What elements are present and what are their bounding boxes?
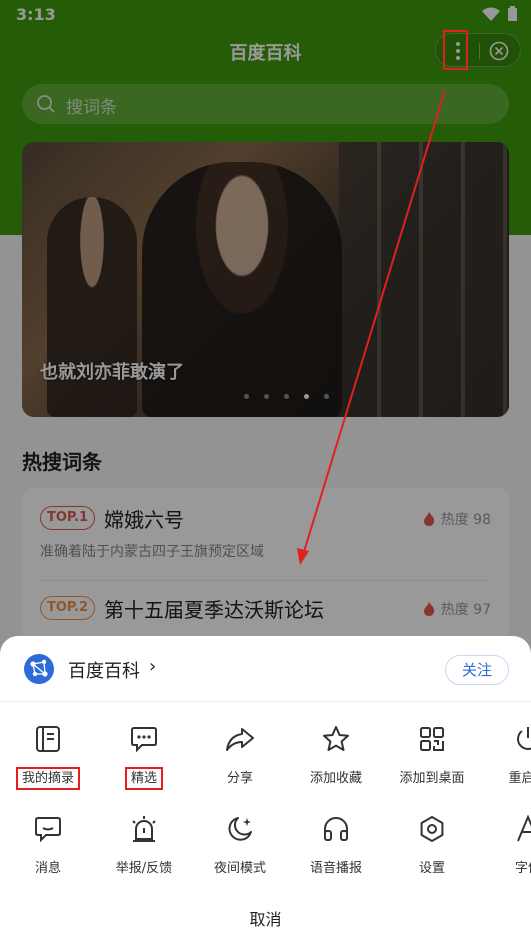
qr-grid-icon bbox=[417, 724, 447, 754]
action-label: 分享 bbox=[226, 771, 253, 786]
action-label: 添加收藏 bbox=[309, 771, 362, 786]
action-voice-broadcast[interactable]: 语音播报 bbox=[288, 792, 384, 878]
power-icon bbox=[513, 724, 531, 754]
share-arrow-icon bbox=[225, 724, 255, 754]
font-icon bbox=[513, 814, 531, 844]
action-label: 添加到桌面 bbox=[399, 771, 465, 786]
headphones-icon bbox=[321, 814, 351, 844]
chat-bubble-icon bbox=[129, 724, 159, 754]
chevron-right-icon[interactable]: › bbox=[149, 656, 156, 677]
settings-icon bbox=[417, 814, 447, 844]
action-label: 语音播报 bbox=[309, 861, 362, 876]
action-add-favorite[interactable]: 添加收藏 bbox=[288, 702, 384, 788]
baike-logo-icon bbox=[30, 659, 48, 677]
follow-button[interactable]: 关注 bbox=[445, 655, 509, 685]
action-sheet: 百度百科 › 关注 我的摘录 精选 分享 添加收藏 添加到桌面 重启 消息 举报… bbox=[0, 636, 531, 945]
app-logo bbox=[24, 654, 54, 684]
action-my-excerpts[interactable]: 我的摘录 bbox=[0, 702, 96, 790]
action-label: 设置 bbox=[418, 861, 445, 876]
action-messages[interactable]: 消息 bbox=[0, 792, 96, 878]
cancel-button[interactable]: 取消 bbox=[0, 900, 531, 940]
notebook-icon bbox=[33, 724, 63, 754]
action-label: 字体 bbox=[514, 861, 531, 876]
moon-icon bbox=[225, 814, 255, 844]
sheet-header: 百度百科 › 关注 bbox=[0, 636, 531, 702]
action-night-mode[interactable]: 夜间模式 bbox=[192, 792, 288, 878]
action-share[interactable]: 分享 bbox=[192, 702, 288, 788]
action-label: 夜间模式 bbox=[213, 861, 266, 876]
app-name[interactable]: 百度百科 bbox=[68, 657, 140, 683]
annotation-highlight-box bbox=[443, 30, 468, 70]
star-icon bbox=[321, 724, 351, 754]
action-label: 我的摘录 bbox=[15, 767, 81, 790]
action-restart[interactable]: 重启小 bbox=[480, 702, 531, 788]
action-font[interactable]: 字体 bbox=[480, 792, 531, 878]
action-settings[interactable]: 设置 bbox=[384, 792, 480, 878]
action-report-feedback[interactable]: 举报/反馈 bbox=[96, 792, 192, 878]
action-add-to-desktop[interactable]: 添加到桌面 bbox=[384, 702, 480, 788]
alarm-icon bbox=[129, 814, 159, 844]
action-featured[interactable]: 精选 bbox=[96, 702, 192, 790]
action-label: 举报/反馈 bbox=[115, 861, 173, 876]
message-icon bbox=[33, 814, 63, 844]
action-label: 重启小 bbox=[508, 771, 531, 786]
action-label: 精选 bbox=[124, 767, 164, 790]
action-label: 消息 bbox=[34, 861, 61, 876]
